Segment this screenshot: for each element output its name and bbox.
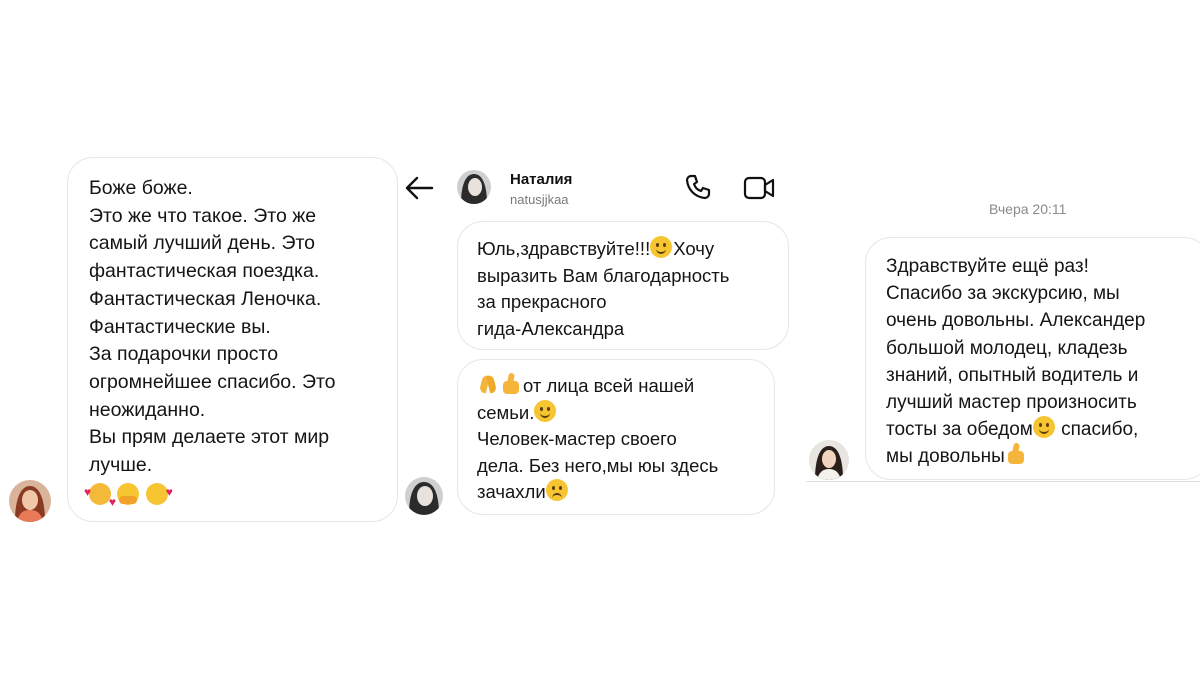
slightly-smiling-face-icon	[650, 236, 673, 258]
message-line: лучше.	[89, 454, 153, 477]
message-line: Вы прям делаете этот мир	[89, 426, 330, 449]
message-text: от лица всей нашей	[523, 375, 695, 396]
message-line: лучший мастер произносить	[886, 392, 1137, 414]
message-line: большой молодец, кладезь	[886, 337, 1128, 359]
message-line: Человек-мастер своего	[477, 428, 677, 449]
message-text: тосты за обедом	[886, 419, 1033, 441]
message-line: самый лучший день. Это	[89, 232, 316, 255]
slightly-smiling-face-icon	[1032, 416, 1055, 439]
message-text: семьи.	[477, 401, 535, 423]
message-line: Фантастические вы.	[89, 315, 271, 338]
message-line: за прекрасного	[477, 291, 607, 312]
phone-icon[interactable]	[684, 173, 712, 201]
sender-avatar[interactable]	[809, 440, 849, 480]
message-line: огромнейшее спасибо. Это	[89, 370, 336, 393]
message-line: дела. Без него,мы юы здесь	[477, 454, 719, 476]
message-text: зачахли	[477, 481, 546, 502]
message-line: неожиданно.	[89, 398, 206, 421]
slightly-smiling-face-icon	[534, 399, 557, 422]
message-line: семьи.	[477, 399, 774, 427]
message-line: выразить Вам благодарность	[477, 264, 730, 286]
message-line: Фантастическая Леночка.	[89, 287, 322, 310]
message-line: За подарочки просто	[89, 343, 279, 366]
message-line: тосты за обедом спасибо,	[886, 416, 1200, 443]
message-line: Юль,здравствуйте!!! Хочу	[477, 236, 788, 263]
message-bubble: от лица всей нашей семьи. Человек-мастер…	[457, 359, 775, 515]
thumbs-up-icon	[1005, 443, 1027, 465]
slightly-frowning-face-icon	[545, 479, 568, 501]
emoji-row	[84, 479, 397, 517]
message-line: гида-Александра	[477, 317, 625, 339]
message-line: очень довольны. Александер	[886, 310, 1146, 332]
message-line: Боже боже.	[89, 177, 193, 199]
message-line: Спасибо за экскурсию, мы	[886, 283, 1120, 305]
divider-line	[806, 481, 1200, 482]
smiling-face-with-hearts-icon	[84, 479, 116, 517]
folded-hands-icon	[477, 373, 499, 395]
message-line: Здравствуйте ещё раз!	[886, 256, 1089, 277]
message-line: Это же что такое. Это же	[89, 204, 317, 227]
message-text: Юль,здравствуйте!!!	[477, 238, 651, 259]
message-line: мы довольны	[886, 443, 1200, 470]
thumbs-up-icon	[500, 373, 522, 395]
contact-name[interactable]: Наталия	[510, 171, 572, 188]
message-line: знаний, опытный водитель и	[886, 364, 1139, 386]
back-arrow-icon[interactable]	[404, 175, 434, 201]
message-bubble: Здравствуйте ещё раз! Спасибо за экскурс…	[865, 237, 1200, 480]
message-bubble: Юль,здравствуйте!!! Хочу выразить Вам бла…	[457, 221, 789, 350]
contact-username: natusjjkaa	[510, 192, 569, 207]
message-bubble: Боже боже. Это же что такое. Это же самы…	[67, 157, 398, 522]
sender-avatar[interactable]	[9, 480, 51, 522]
contact-avatar-small[interactable]	[405, 477, 443, 515]
face-blowing-kiss-icon	[145, 479, 173, 506]
message-line: фантастическая поездка.	[89, 260, 320, 283]
message-line: от лица всей нашей	[477, 373, 774, 400]
message-timestamp: Вчера 20:11	[989, 201, 1067, 217]
video-call-icon[interactable]	[743, 175, 775, 201]
message-text: спасибо,	[1055, 419, 1139, 441]
message-text: мы довольны	[886, 446, 1005, 468]
contact-avatar[interactable]	[457, 170, 491, 204]
message-text: Хочу	[673, 238, 715, 259]
hugging-face-icon	[117, 482, 140, 505]
message-line: зачахли	[477, 479, 774, 506]
